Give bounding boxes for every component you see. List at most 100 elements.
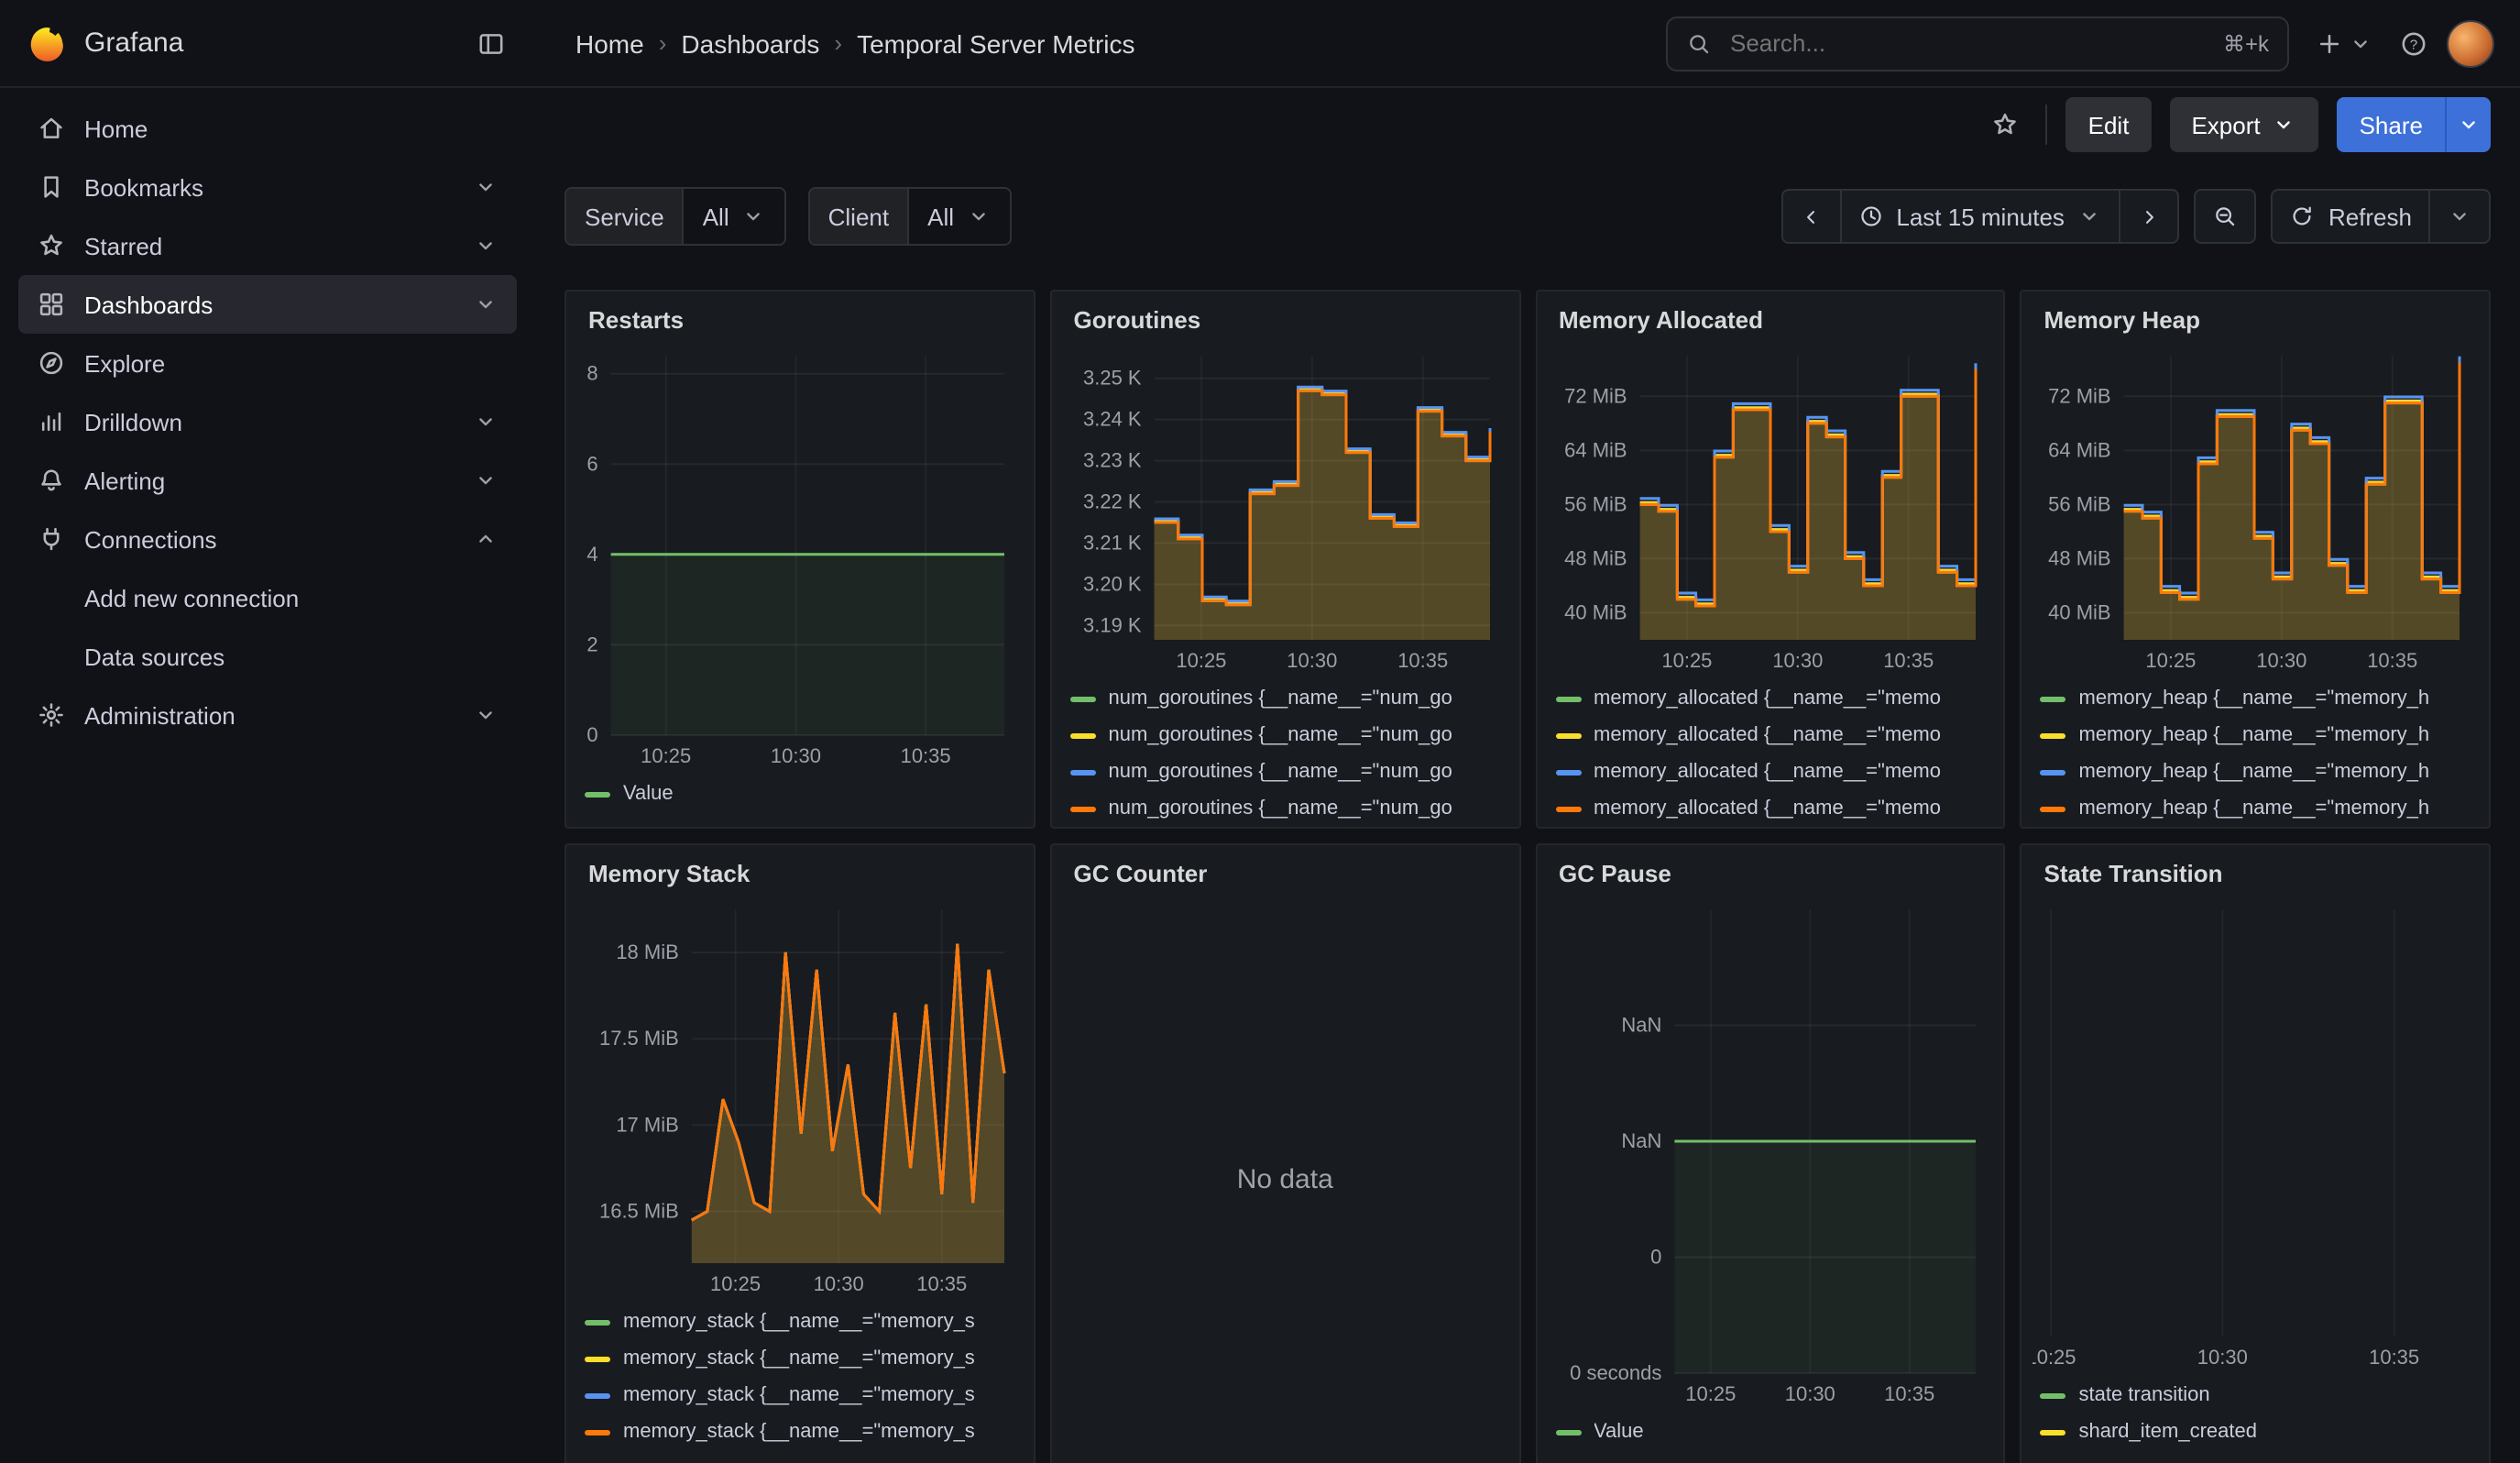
legend-item[interactable]: num_goroutines {__name__="num_go (1070, 754, 1501, 790)
chevron-down-icon (740, 204, 766, 229)
sidebar-item-bookmarks[interactable]: Bookmarks (18, 158, 517, 216)
zoom-out-button[interactable] (2195, 189, 2257, 244)
panel-legend: memory_allocated {__name__="memomemory_a… (1537, 676, 2004, 827)
chevron-up-icon[interactable] (473, 526, 499, 552)
panel-title[interactable]: State Transition (2022, 845, 2490, 895)
svg-text:48 MiB: 48 MiB (2049, 546, 2111, 569)
variable-value-dropdown[interactable]: All (683, 189, 784, 244)
svg-text:56 MiB: 56 MiB (1563, 492, 1626, 515)
breadcrumb-dashboards[interactable]: Dashboards (681, 28, 819, 58)
search-field[interactable] (1726, 28, 2208, 59)
grafana-logo-icon[interactable] (26, 23, 66, 63)
help-button[interactable]: ? (2392, 21, 2436, 65)
breadcrumb-current: Temporal Server Metrics (857, 28, 1134, 58)
plug-icon (37, 524, 66, 554)
legend-item[interactable]: num_goroutines {__name__="num_go (1070, 717, 1501, 754)
time-shift-forward-button[interactable] (2120, 189, 2180, 244)
svg-text:10:30: 10:30 (1784, 1382, 1835, 1405)
svg-text:10:35: 10:35 (1883, 1382, 1934, 1405)
svg-text:10:30: 10:30 (1287, 649, 1337, 672)
sidebar-item-label: Bookmarks (84, 173, 203, 201)
star-icon (37, 231, 66, 260)
zoom-out-icon (2213, 204, 2239, 229)
panel-title[interactable]: GC Pause (1537, 845, 2004, 895)
svg-text:6: 6 (586, 452, 597, 475)
sidebar-item-drilldown[interactable]: Drilldown (18, 392, 517, 451)
legend-item[interactable]: memory_heap {__name__="memory_h (2041, 790, 2471, 827)
legend-item[interactable]: Value (585, 776, 1015, 812)
sidebar-item-connections[interactable]: Connections (18, 510, 517, 568)
legend-item[interactable]: shard_item_created (2041, 1414, 2471, 1450)
export-button[interactable]: Export (2169, 97, 2318, 152)
edit-button[interactable]: Edit (2066, 97, 2152, 152)
legend-item[interactable]: memory_heap {__name__="memory_h (2041, 754, 2471, 790)
legend-swatch (585, 791, 610, 797)
chevron-down-icon[interactable] (473, 233, 499, 258)
refresh-interval-button[interactable] (2428, 189, 2491, 244)
chevron-down-icon[interactable] (473, 409, 499, 434)
sidebar-item-explore[interactable]: Explore (18, 334, 517, 392)
panel-title[interactable]: Memory Stack (566, 845, 1034, 895)
user-avatar[interactable] (2447, 19, 2494, 67)
sidebar-item-dashboards[interactable]: Dashboards (18, 275, 517, 334)
breadcrumb-home[interactable]: Home (575, 28, 644, 58)
panel-title[interactable]: Goroutines (1052, 292, 1519, 341)
svg-text:10:30: 10:30 (1771, 649, 1822, 672)
legend-item[interactable]: state transition (2041, 1377, 2471, 1414)
search-shortcut: ⌘+k (2223, 30, 2269, 56)
panel-title[interactable]: Restarts (566, 292, 1034, 341)
refresh-button[interactable]: Refresh (2272, 189, 2428, 244)
sidebar-item-administration[interactable]: Administration (18, 686, 517, 744)
legend-item[interactable]: memory_stack {__name__="memory_s (585, 1377, 1015, 1414)
chevron-down-icon[interactable] (473, 702, 499, 728)
chevron-down-icon[interactable] (473, 174, 499, 200)
chevron-down-icon[interactable] (473, 292, 499, 317)
legend-item[interactable]: Value (1555, 1414, 1986, 1450)
chevron-down-icon (2456, 112, 2482, 138)
legend-item[interactable]: memory_heap {__name__="memory_h (2041, 717, 2471, 754)
add-button[interactable] (2307, 21, 2381, 65)
share-button[interactable]: Share (2338, 97, 2445, 152)
legend-item[interactable]: num_goroutines {__name__="num_go (1070, 790, 1501, 827)
sidebar-item-add-new-connection[interactable]: Add new connection (18, 568, 517, 627)
panel-title[interactable]: Memory Heap (2022, 292, 2490, 341)
svg-text:8: 8 (586, 362, 597, 385)
svg-text:3.24 K: 3.24 K (1082, 408, 1141, 431)
time-range-picker[interactable]: Last 15 minutes (1839, 189, 2120, 244)
panel-title[interactable]: Memory Allocated (1537, 292, 2004, 341)
share-menu-button[interactable] (2445, 97, 2491, 152)
chevron-down-icon[interactable] (473, 468, 499, 493)
panel-grid: Restarts 8642010:2510:3010:35 Value Goro… (564, 290, 2491, 1463)
legend-item[interactable]: memory_stack {__name__="memory_s (585, 1304, 1015, 1340)
favorite-star-button[interactable] (1984, 103, 2028, 147)
legend-item[interactable]: memory_heap {__name__="memory_h (2041, 680, 2471, 717)
legend-item[interactable]: memory_stack {__name__="memory_s (585, 1340, 1015, 1377)
breadcrumb: Home › Dashboards › Temporal Server Metr… (575, 28, 1135, 58)
time-shift-back-button[interactable] (1780, 189, 1839, 244)
legend-item[interactable]: memory_allocated {__name__="memo (1555, 754, 1986, 790)
legend-item[interactable]: memory_stack {__name__="memory_s (585, 1414, 1015, 1450)
sidebar-item-home[interactable]: Home (18, 99, 517, 158)
legend-item[interactable]: memory_allocated {__name__="memo (1555, 680, 1986, 717)
svg-text:0: 0 (1649, 1246, 1660, 1269)
legend-label: memory_heap {__name__="memory_h (2079, 688, 2430, 710)
search-input[interactable]: ⌘+k (1666, 16, 2289, 71)
sidebar-item-alerting[interactable]: Alerting (18, 451, 517, 510)
chevron-down-icon (965, 204, 991, 229)
legend-item[interactable]: memory_allocated {__name__="memo (1555, 717, 1986, 754)
legend-label: memory_allocated {__name__="memo (1594, 798, 1941, 820)
sidebar-item-label: Dashboards (84, 291, 213, 318)
legend-item[interactable]: memory_allocated {__name__="memo (1555, 790, 1986, 827)
legend-swatch (2041, 769, 2066, 775)
sidebar-item-starred[interactable]: Starred (18, 216, 517, 275)
panel-title[interactable]: GC Counter (1052, 845, 1519, 895)
variable-value-dropdown[interactable]: All (907, 189, 1009, 244)
sidebar-item-data-sources[interactable]: Data sources (18, 627, 517, 686)
breadcrumb-separator: › (834, 29, 842, 57)
svg-text:10:35: 10:35 (901, 744, 951, 767)
sidebar-toggle-icon[interactable] (469, 21, 513, 65)
legend-item[interactable]: num_goroutines {__name__="num_go (1070, 680, 1501, 717)
panel-memory-heap: Memory Heap 72 MiB64 MiB56 MiB48 MiB40 M… (2021, 290, 2492, 829)
sidebar-item-label: Home (84, 115, 148, 142)
variable-client: Client All (808, 187, 1011, 246)
